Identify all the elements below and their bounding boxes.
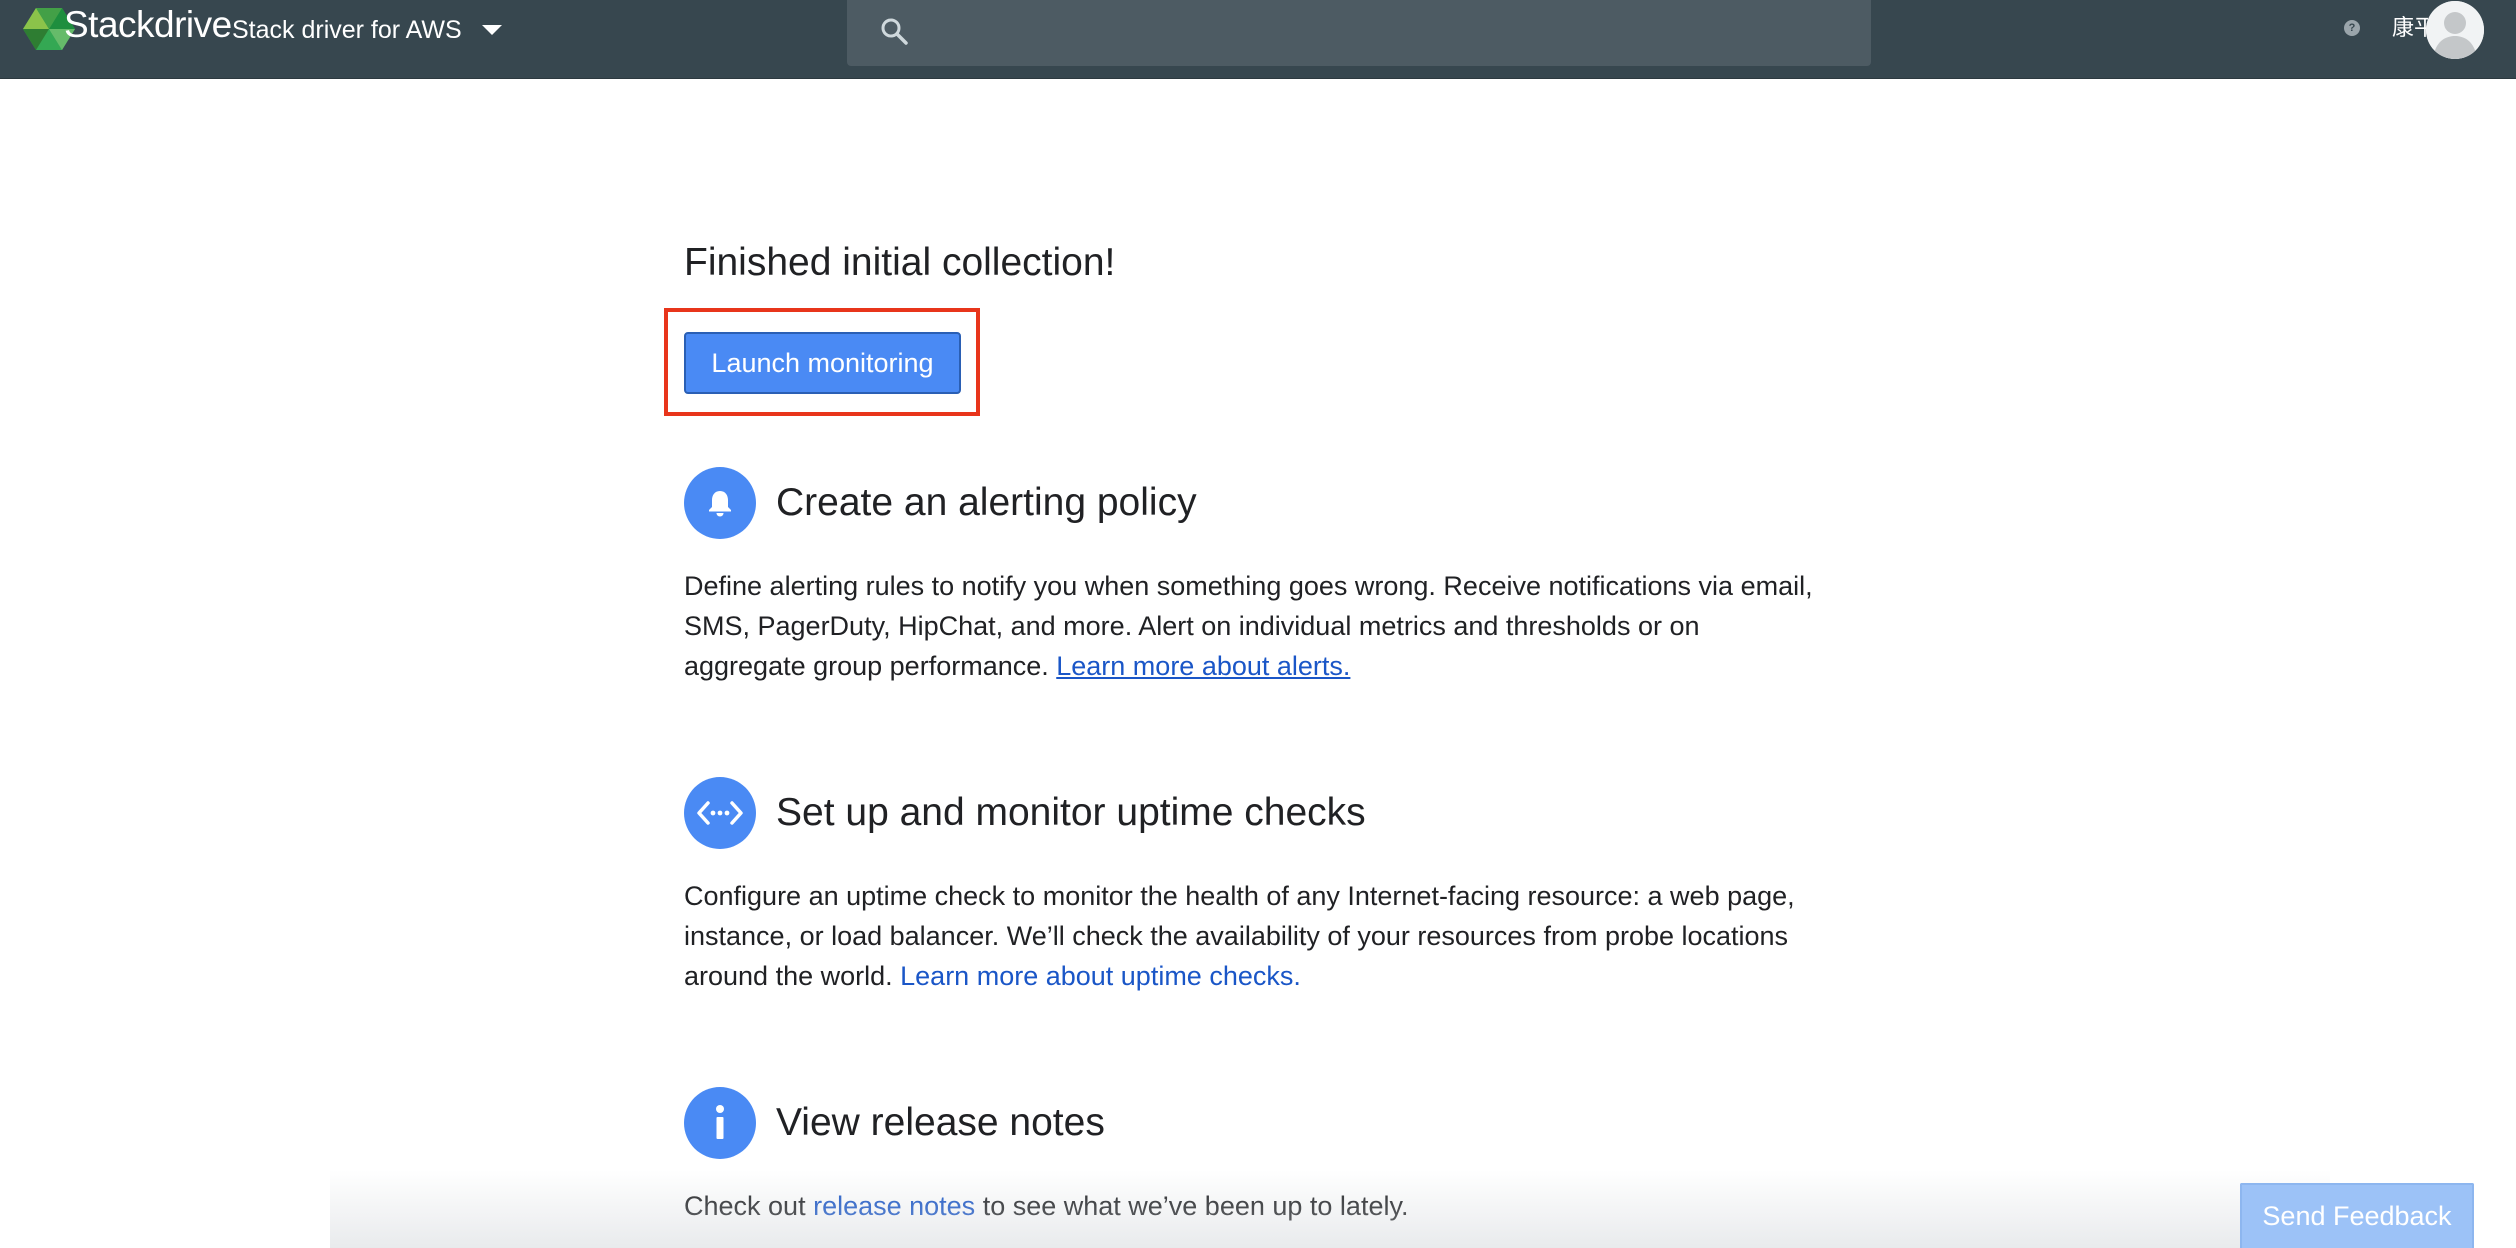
section-header: Set up and monitor uptime checks [684, 776, 1824, 850]
section-title: Create an alerting policy [776, 481, 1197, 524]
search-input[interactable] [933, 12, 1837, 54]
chevron-down-icon [481, 25, 502, 35]
user-avatar-icon [2426, 1, 2484, 59]
send-feedback-button[interactable]: Send Feedback [2240, 1183, 2474, 1248]
section-header: Create an alerting policy [684, 466, 1824, 540]
release-notes-link[interactable]: release notes [813, 1191, 975, 1221]
bell-icon [684, 467, 756, 539]
section-body-text: to see what we’ve been up to lately. [975, 1191, 1409, 1221]
section-title: View release notes [776, 1101, 1105, 1144]
avatar[interactable] [2426, 1, 2484, 59]
section-header: View release notes [684, 1086, 1824, 1160]
launch-area: Launch monitoring [664, 308, 980, 416]
brand-name: Stackdriver [64, 4, 232, 45]
launch-monitoring-button[interactable]: Launch monitoring [684, 332, 961, 394]
section-body: Configure an uptime check to monitor the… [684, 876, 1824, 996]
learn-more-uptime-link[interactable]: Learn more about uptime checks. [900, 961, 1301, 991]
search-icon [881, 18, 908, 45]
project-name: Stack driver for AWS [232, 15, 462, 44]
page-title: Finished initial collection! [684, 241, 1116, 284]
main-content: Finished initial collection! Launch moni… [664, 232, 1824, 1226]
release-notes-section: View release notes Check out release not… [684, 1086, 1824, 1226]
uptime-check-icon [684, 777, 756, 849]
search-bar[interactable] [847, 0, 1871, 66]
section-body-text: Check out [684, 1191, 814, 1221]
learn-more-alerts-link[interactable]: Learn more about alerts. [1056, 651, 1350, 681]
info-icon [684, 1087, 756, 1159]
project-selector[interactable]: Stack driver for AWS [232, 10, 502, 50]
section-body: Check out release notes to see what we’v… [684, 1186, 1824, 1226]
uptime-checks-section: Set up and monitor uptime checks Configu… [684, 776, 1824, 996]
help-icon[interactable]: ? [2344, 20, 2360, 36]
alerting-policy-section: Create an alerting policy Define alertin… [684, 466, 1824, 686]
user-name: 康平 [2392, 16, 2428, 41]
section-title: Set up and monitor uptime checks [776, 791, 1366, 834]
section-body: Define alerting rules to notify you when… [684, 566, 1824, 686]
top-app-bar: Stackdriver Stack driver for AWS ? 康平 [0, 0, 2516, 79]
